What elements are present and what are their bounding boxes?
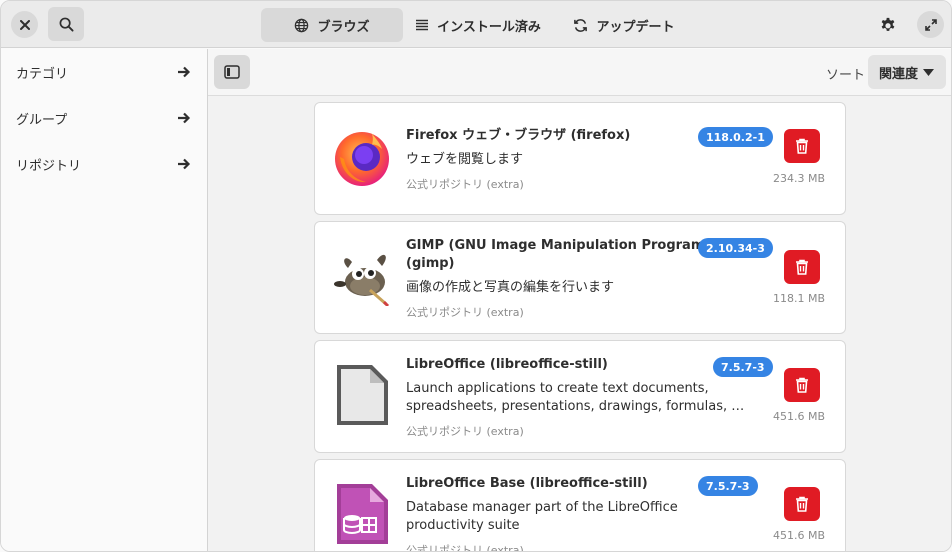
version-badge: 7.5.7-3 (698, 476, 758, 496)
sidebar-item-label: グループ (16, 112, 68, 128)
package-title: Firefox ウェブ・ブラウザ (firefox) (406, 128, 631, 143)
package-size: 451.6 MB (772, 410, 825, 423)
package-description: ウェブを閲覧します (406, 152, 524, 167)
package-description-line2: productivity suite (406, 518, 520, 533)
uninstall-button[interactable] (784, 250, 820, 284)
package-size: 118.1 MB (772, 292, 825, 305)
package-repo: 公式リポジトリ (extra) (406, 544, 524, 552)
package-description-line1: Database manager part of the LibreOffice (406, 500, 678, 515)
tab-updates[interactable]: アップデート (553, 8, 695, 42)
version-badge: 118.0.2-1 (698, 127, 773, 147)
uninstall-button[interactable] (784, 487, 820, 521)
trash-icon (796, 496, 808, 512)
package-repo: 公式リポジトリ (extra) (406, 306, 524, 319)
package-size: 234.3 MB (772, 172, 825, 185)
gear-icon (881, 17, 895, 31)
uninstall-button[interactable] (784, 368, 820, 402)
package-repo: 公式リポジトリ (extra) (406, 178, 524, 191)
sidebar-item-label: リポジトリ (16, 158, 82, 174)
trash-icon (796, 138, 808, 154)
app-window: ブラウズ インストール済み アップデート カテゴリ グループ リポジトリ ソート… (0, 0, 952, 552)
tab-label: ブラウズ (317, 19, 370, 35)
libreoffice-icon (332, 363, 392, 425)
tab-label: アップデート (596, 19, 675, 35)
refresh-icon (574, 18, 588, 32)
close-button[interactable] (11, 11, 38, 38)
gimp-icon (332, 246, 392, 308)
package-description-line2: spreadsheets, presentations, drawings, f… (406, 399, 745, 414)
package-title: LibreOffice Base (libreoffice-still) (406, 476, 648, 491)
package-size: 451.6 MB (772, 529, 825, 542)
sidebar-toggle-icon (224, 65, 240, 79)
sidebar-toggle-button[interactable] (214, 55, 250, 89)
package-description: 画像の作成と写真の編集を行います (406, 280, 615, 295)
sidebar-item-categories[interactable]: カテゴリ (1, 49, 207, 95)
sidebar: カテゴリ グループ リポジトリ (1, 49, 208, 551)
sidebar-item-groups[interactable]: グループ (1, 95, 207, 141)
version-badge: 7.5.7-3 (713, 357, 773, 377)
chevron-down-icon (923, 68, 934, 76)
sidebar-item-repositories[interactable]: リポジトリ (1, 141, 207, 187)
package-repo: 公式リポジトリ (extra) (406, 425, 524, 438)
package-list: Firefox ウェブ・ブラウザ (firefox) ウェブを閲覧します 公式リ… (208, 97, 951, 552)
sort-label: ソート (826, 68, 866, 83)
arrow-right-icon (178, 112, 191, 124)
package-card-libreoffice-base[interactable]: LibreOffice Base (libreoffice-still) Dat… (314, 459, 846, 552)
content-toolbar: ソート 関連度 (208, 49, 951, 96)
sort-value: 関連度 (879, 66, 919, 82)
version-badge: 2.10.34-3 (698, 238, 773, 258)
package-card-firefox[interactable]: Firefox ウェブ・ブラウザ (firefox) ウェブを閲覧します 公式リ… (314, 102, 846, 215)
arrow-right-icon (178, 158, 191, 170)
package-card-libreoffice[interactable]: LibreOffice (libreoffice-still) Launch a… (314, 340, 846, 453)
tab-installed[interactable]: インストール済み (407, 8, 549, 42)
list-icon (416, 19, 429, 31)
expand-icon (924, 18, 937, 31)
uninstall-button[interactable] (784, 129, 820, 163)
tab-label: インストール済み (437, 19, 541, 35)
globe-icon (295, 18, 309, 32)
firefox-icon (332, 127, 392, 187)
package-title: LibreOffice (libreoffice-still) (406, 357, 608, 372)
settings-button[interactable] (871, 9, 905, 41)
arrow-right-icon (178, 66, 191, 78)
search-icon (59, 17, 74, 32)
search-button[interactable] (48, 7, 84, 41)
close-icon (19, 19, 30, 30)
sort-dropdown[interactable]: 関連度 (868, 55, 946, 89)
main-content: ソート 関連度 Firefox ウェブ・ブラウザ (firefox) ウェブを閲… (208, 49, 951, 552)
trash-icon (796, 377, 808, 393)
tab-browse[interactable]: ブラウズ (261, 8, 403, 42)
package-card-gimp[interactable]: GIMP (GNU Image Manipulation Program) (g… (314, 221, 846, 334)
trash-icon (796, 259, 808, 275)
package-description-line1: Launch applications to create text docum… (406, 381, 709, 396)
sidebar-item-label: カテゴリ (16, 66, 69, 82)
libreoffice-base-icon (332, 482, 392, 544)
header-bar: ブラウズ インストール済み アップデート (1, 1, 951, 48)
package-title-line2: (gimp) (406, 256, 455, 271)
maximize-button[interactable] (917, 11, 944, 38)
package-title-line1: GIMP (GNU Image Manipulation Program) (406, 238, 711, 253)
